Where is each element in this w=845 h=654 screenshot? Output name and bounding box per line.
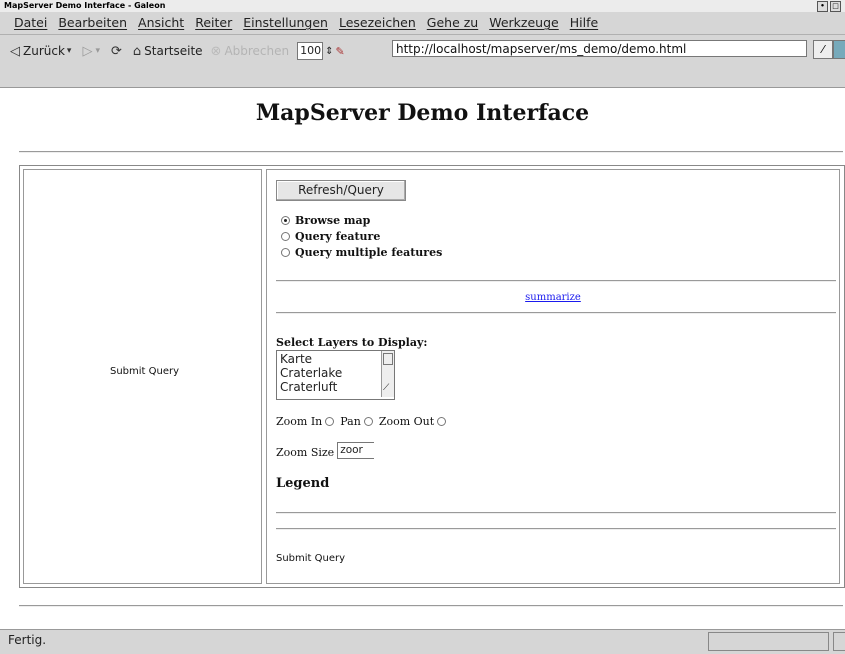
zoom-mode-row: Zoom In Pan Zoom Out	[276, 415, 452, 428]
page-title: MapServer Demo Interface	[255, 100, 590, 126]
home-button[interactable]: ⌂ Startseite	[133, 44, 203, 59]
list-item[interactable]: Craterluft	[280, 380, 342, 394]
security-icon	[833, 632, 845, 651]
divider	[276, 512, 836, 514]
navigation-toolbar: ◁ Zurück ▾ ▷ ▾ ⟳ ⌂ Startseite ⊗ Abbreche…	[0, 35, 845, 87]
mode-radio-group: Browse map Query feature Query multiple …	[281, 212, 442, 260]
mode-browse[interactable]: Browse map	[281, 212, 442, 228]
radio-icon[interactable]	[437, 417, 447, 426]
map-submit-image[interactable]: Submit Query	[110, 366, 179, 377]
minimize-icon[interactable]: •	[817, 1, 828, 12]
progress-area	[708, 632, 829, 651]
forward-button[interactable]: ▷ ▾	[82, 44, 103, 59]
divider	[276, 280, 836, 282]
submit-query-image[interactable]: Submit Query	[276, 553, 345, 564]
radio-icon[interactable]	[363, 417, 373, 426]
menu-bar: Datei Bearbeiten Ansicht Reiter Einstell…	[0, 12, 845, 35]
home-label: Startseite	[144, 44, 203, 58]
stop-button[interactable]: ⊗ Abbrechen	[211, 44, 290, 59]
forward-arrow-icon: ▷	[82, 43, 93, 59]
radio-checked-icon[interactable]	[281, 215, 290, 225]
status-bar: Fertig.	[0, 629, 845, 654]
mode-query-feature[interactable]: Query feature	[281, 228, 442, 244]
layers-listbox[interactable]: Karte Craterlake Craterluft ⟋	[276, 350, 395, 400]
divider-top	[19, 151, 843, 153]
window-titlebar: MapServer Demo Interface - Galeon • □	[0, 0, 845, 12]
status-text: Fertig.	[8, 633, 47, 647]
mode-query-multiple[interactable]: Query multiple features	[281, 244, 442, 260]
menu-hilfe[interactable]: Hilfe	[570, 15, 598, 30]
go-icon[interactable]: ✎	[336, 45, 345, 58]
radio-icon[interactable]	[281, 231, 290, 241]
scroll-down-icon[interactable]: ⟋	[383, 383, 391, 393]
chevron-down-icon[interactable]: ▾	[95, 46, 100, 56]
zoom-size-label: Zoom Size	[276, 446, 335, 459]
divider	[276, 528, 836, 530]
page-content: MapServer Demo Interface Submit Query Re…	[0, 87, 845, 629]
controls-cell: Refresh/Query Browse map Query feature Q…	[266, 169, 840, 584]
menu-ansicht[interactable]: Ansicht	[138, 15, 184, 30]
menu-bearbeiten[interactable]: Bearbeiten	[58, 15, 127, 30]
home-icon: ⌂	[132, 43, 142, 59]
listbox-scrollbar[interactable]: ⟋	[381, 351, 394, 397]
pan-label: Pan	[340, 415, 361, 428]
chevron-down-icon[interactable]: ▾	[67, 46, 72, 56]
list-item[interactable]: Craterlake	[280, 366, 342, 380]
divider-bottom	[19, 605, 843, 607]
menu-lesezeichen[interactable]: Lesezeichen	[339, 15, 416, 30]
mode-label: Query multiple features	[295, 245, 443, 259]
menu-einstellungen[interactable]: Einstellungen	[243, 15, 328, 30]
mode-label: Browse map	[295, 213, 371, 227]
zoom-size-input[interactable]: zoor	[337, 442, 375, 459]
legend-heading: Legend	[276, 476, 330, 491]
window-controls: • □	[817, 1, 841, 12]
back-button[interactable]: ◁ Zurück ▾	[10, 44, 74, 59]
zoom-out-label: Zoom Out	[378, 415, 435, 428]
maximize-icon[interactable]: □	[830, 1, 841, 12]
zoom-spinner-icon[interactable]: ⇕	[325, 46, 333, 57]
list-item[interactable]: Karte	[280, 352, 342, 366]
menu-reiter[interactable]: Reiter	[195, 15, 232, 30]
scroll-up-icon[interactable]	[383, 353, 393, 365]
zoom-size-row: Zoom Size zoor	[276, 442, 375, 459]
divider	[276, 312, 836, 314]
window-title: MapServer Demo Interface - Galeon	[4, 1, 166, 10]
menu-datei[interactable]: Datei	[14, 15, 47, 30]
summarize-link[interactable]: summarize	[267, 292, 839, 303]
refresh-query-button[interactable]: Refresh/Query	[276, 180, 406, 201]
map-cell: Submit Query	[23, 169, 262, 584]
reload-icon: ⟳	[110, 43, 122, 59]
menu-gehe-zu[interactable]: Gehe zu	[427, 15, 478, 30]
zoom-field[interactable]: 100	[297, 42, 324, 60]
stop-icon: ⊗	[210, 43, 222, 59]
back-arrow-icon: ◁	[10, 43, 20, 59]
radio-icon[interactable]	[281, 247, 290, 257]
zoom-in-label: Zoom In	[276, 415, 323, 428]
menu-werkzeuge[interactable]: Werkzeuge	[489, 15, 559, 30]
radio-icon[interactable]	[325, 417, 335, 426]
back-label: Zurück	[23, 44, 65, 58]
reload-button[interactable]: ⟳	[111, 44, 125, 59]
mode-label: Query feature	[295, 229, 381, 243]
url-field[interactable]: http://localhost/mapserver/ms_demo/demo.…	[392, 40, 807, 57]
main-table: Submit Query Refresh/Query Browse map Qu…	[19, 165, 845, 588]
clear-url-icon[interactable]: ⁄	[813, 40, 833, 59]
stop-label: Abbrechen	[224, 44, 290, 58]
select-layers-label: Select Layers to Display:	[276, 336, 428, 349]
throbber-icon	[833, 40, 845, 59]
